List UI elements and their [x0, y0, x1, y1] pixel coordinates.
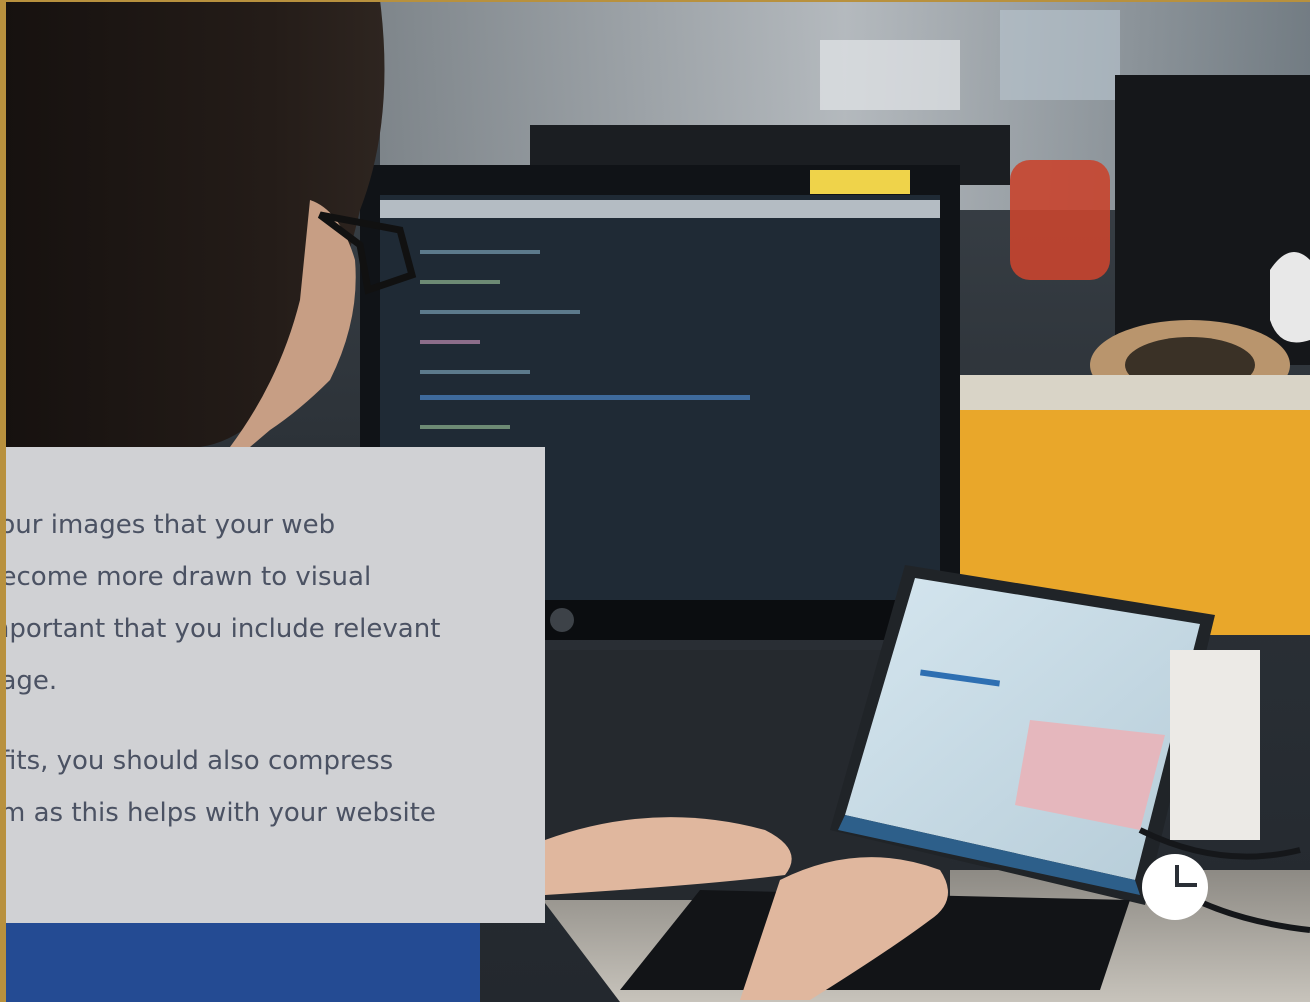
paragraph-1-line-3: mportant that you include relevant: [0, 614, 441, 644]
paragraph-1-line-1: your images that your web: [0, 510, 336, 540]
pie-chart-icon[interactable]: [1141, 853, 1209, 921]
page: your images that your web become more dr…: [0, 0, 1310, 1002]
top-accent-border: [0, 0, 1310, 2]
article-text-card: your images that your web become more dr…: [0, 447, 545, 923]
left-accent-border: [0, 0, 6, 1002]
paragraph-1-line-2: become more drawn to visual: [0, 562, 372, 592]
paragraph-2-line-1: efits, you should also compress: [0, 746, 394, 776]
article-body: your images that your web become more dr…: [0, 499, 544, 839]
paragraph-1-line-4: nage.: [0, 666, 58, 696]
paragraph-2-line-2: em as this helps with your website: [0, 798, 436, 828]
